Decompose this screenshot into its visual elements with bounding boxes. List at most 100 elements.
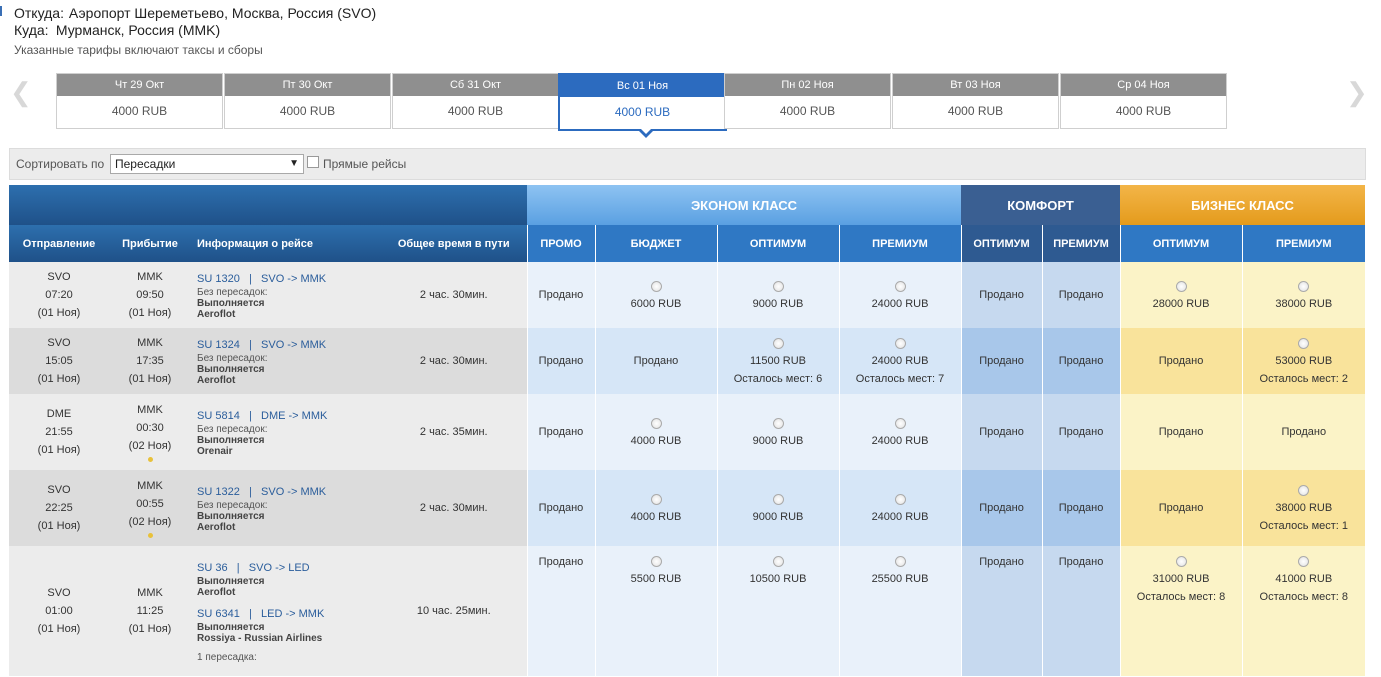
fare-price: 24000 RUB [871,354,929,367]
fare-cell: Продано [1041,262,1121,328]
segment-operated: Выполняется [197,297,265,309]
fare-radio[interactable] [772,493,784,505]
col-com-premium: ПРЕМИУМ [1041,225,1121,262]
date-tab[interactable]: Пн 02 Ноя 4000 RUB [724,73,891,129]
direct-flights-checkbox[interactable] [307,156,319,168]
fare-cell[interactable]: 25500 RUB [838,546,962,676]
dep-code: SVO [47,484,71,496]
fare-cell[interactable]: 28000 RUB [1119,262,1243,328]
fare-price: Продано [1281,426,1327,438]
flight-segment: SU 5814 | DME -> MMK Без пересадок: Выполн… [197,408,381,457]
fare-radio[interactable] [772,417,784,429]
date-tab[interactable]: Сб 31 Окт 4000 RUB [392,73,559,129]
fare-cell[interactable]: 9000 RUB [716,394,839,470]
fare-radio[interactable] [894,556,906,567]
fare-price: Продано [538,426,584,438]
fare-cell[interactable]: 24000 RUB Осталось мест: 7 [838,328,962,394]
arr-code: MMK [137,271,163,283]
fare-cell: Продано [594,328,717,394]
fare-cell[interactable]: 38000 RUB [1241,262,1366,328]
date-tab[interactable]: Ср 04 Ноя 4000 RUB [1060,73,1227,129]
duration-cell: 2 час. 30мин. [381,328,527,394]
arr-date: (01 Ноя) [128,623,172,635]
next-day-dot-icon [147,533,153,538]
flight-number-link[interactable]: SU 36 [197,562,228,574]
date-tab[interactable]: Вт 03 Ноя 4000 RUB [892,73,1059,129]
fare-radio[interactable] [772,556,784,567]
segment-carrier: Aeroflot [197,521,236,533]
fare-radio[interactable] [650,417,662,429]
date-tab-day: Сб 31 Окт [393,74,558,96]
fare-radio[interactable] [650,556,662,567]
dep-date: (01 Ноя) [37,307,81,319]
fare-radio[interactable] [772,337,784,349]
dep-time: 15:05 [45,355,73,367]
fare-price: Продано [979,426,1024,438]
sort-select[interactable]: Пересадки ▼ [110,154,304,174]
duration-cell: 2 час. 30мин. [381,262,527,328]
flight-number-link[interactable]: SU 5814 [197,410,240,422]
date-tab-price: 4000 RUB [279,104,336,118]
fare-radio[interactable] [650,280,662,292]
arr-date: (02 Ноя) [128,516,172,528]
fare-cell[interactable]: 38000 RUB Осталось мест: 1 [1241,470,1366,546]
segment-carrier: Aeroflot [197,308,236,320]
fare-cell[interactable]: 10500 RUB [716,546,839,676]
date-tab[interactable]: Вс 01 Ноя 4000 RUB [558,73,727,138]
col-arrival: Прибытие [109,225,191,262]
fare-cell: Продано [1241,394,1366,470]
fare-price: 10500 RUB [749,573,807,585]
fare-radio[interactable] [1298,484,1310,496]
fare-cell[interactable]: 9000 RUB [716,470,839,546]
fare-cell[interactable]: 5500 RUB [594,546,717,676]
prev-date-arrow-icon[interactable]: ❮ [10,77,32,108]
fare-cell[interactable]: 31000 RUB Осталось мест: 8 [1119,546,1243,676]
fare-radio[interactable] [772,280,784,292]
flight-number-link[interactable]: SU 1320 [197,273,240,285]
date-tab[interactable]: Чт 29 Окт 4000 RUB [56,73,223,129]
fare-price: Продано [979,289,1024,301]
fare-radio[interactable] [1298,280,1310,292]
fare-cell[interactable]: 6000 RUB [594,262,717,328]
fare-cell[interactable]: 24000 RUB [838,262,962,328]
fare-radio[interactable] [1175,556,1187,567]
segment-separator: | [248,409,252,422]
segment-route: DME -> MMK [261,409,328,422]
direct-flights-label[interactable]: Прямые рейсы [323,157,406,171]
fare-radio[interactable] [1298,337,1310,349]
flight-number-link[interactable]: SU 1322 [197,486,240,498]
fare-radio[interactable] [650,493,662,505]
fare-cell[interactable]: 24000 RUB [838,470,962,546]
fare-radio[interactable] [894,417,906,429]
fare-cell[interactable]: 41000 RUB Осталось мест: 8 [1241,546,1366,676]
segment-carrier: Rossiya - Russian Airlines [197,632,323,644]
dep-code: SVO [47,271,71,283]
date-tab-day: Вс 01 Ноя [560,75,725,97]
fare-radio[interactable] [1175,280,1187,292]
fare-radio[interactable] [894,337,906,349]
fare-radio[interactable] [1298,556,1310,567]
fare-cell[interactable]: 9000 RUB [716,262,839,328]
fare-cell: Продано [526,262,595,328]
fare-cell[interactable]: 53000 RUB Осталось мест: 2 [1241,328,1366,394]
fare-cell[interactable]: 4000 RUB [594,470,717,546]
fare-price: 5500 RUB [630,573,682,585]
flight-number-link[interactable]: SU 1324 [197,339,240,351]
date-tab[interactable]: Пт 30 Окт 4000 RUB [224,73,391,129]
fare-cell[interactable]: 24000 RUB [838,394,962,470]
fare-cell[interactable]: 4000 RUB [594,394,717,470]
next-date-arrow-icon[interactable]: ❯ [1346,77,1368,108]
flight-number-link[interactable]: SU 6341 [197,608,240,620]
dep-date: (01 Ноя) [37,520,81,532]
fare-radio[interactable] [894,493,906,505]
fare-cell[interactable]: 11500 RUB Осталось мест: 6 [716,328,839,394]
arr-time: 00:55 [136,498,164,510]
fare-price: 4000 RUB [630,510,682,523]
fare-price: 53000 RUB [1275,354,1333,367]
transfers-note: 1 пересадка: [197,651,257,663]
dep-code: DME [46,408,72,420]
fare-cell: Продано [1041,470,1121,546]
to-label: Куда: [14,22,49,38]
fare-radio[interactable] [894,280,906,292]
arr-date: (01 Ноя) [128,373,172,385]
